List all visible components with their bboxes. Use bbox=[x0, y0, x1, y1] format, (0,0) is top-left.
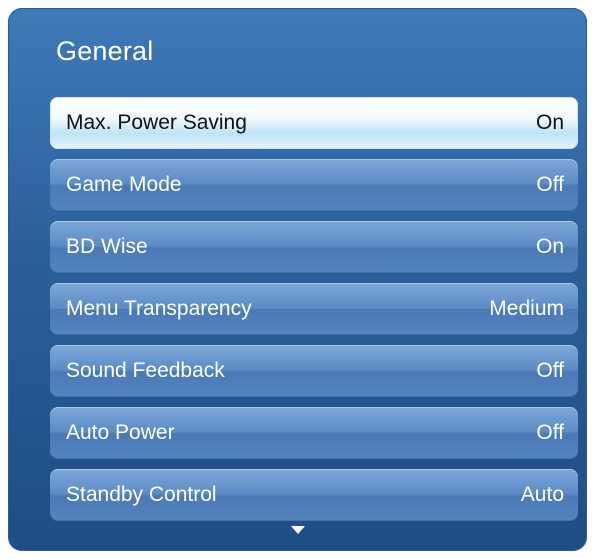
menu-item-value: On bbox=[535, 111, 564, 134]
menu-item-label: Standby Control bbox=[66, 483, 217, 506]
menu-item-label: Menu Transparency bbox=[66, 297, 252, 320]
menu-item-max-power-saving[interactable]: Max. Power Saving On bbox=[50, 97, 578, 149]
menu-item-auto-power[interactable]: Auto Power Off bbox=[50, 407, 578, 459]
menu-item-value: Off bbox=[536, 173, 564, 196]
menu-item-value: Off bbox=[536, 359, 564, 382]
menu-item-value: On bbox=[535, 235, 564, 258]
menu-item-value: Off bbox=[536, 421, 564, 444]
menu-item-label: Auto Power bbox=[66, 421, 175, 444]
menu-item-label: Max. Power Saving bbox=[66, 111, 247, 134]
panel-title: General bbox=[56, 36, 154, 66]
menu-item-bd-wise[interactable]: BD Wise On bbox=[50, 221, 578, 273]
menu-item-label: Sound Feedback bbox=[66, 359, 225, 382]
menu-item-menu-transparency[interactable]: Menu Transparency Medium bbox=[50, 283, 578, 335]
chevron-down-icon[interactable] bbox=[290, 526, 305, 534]
menu-item-label: BD Wise bbox=[66, 235, 148, 258]
menu-item-label: Game Mode bbox=[66, 173, 182, 196]
menu-item-sound-feedback[interactable]: Sound Feedback Off bbox=[50, 345, 578, 397]
settings-panel: General Max. Power Saving On Game Mode O… bbox=[8, 8, 587, 551]
menu-item-value: Medium bbox=[489, 297, 564, 320]
menu-item-value: Auto bbox=[520, 483, 564, 506]
settings-menu: Max. Power Saving On Game Mode Off BD Wi… bbox=[50, 97, 578, 531]
menu-item-standby-control[interactable]: Standby Control Auto bbox=[50, 469, 578, 521]
menu-item-game-mode[interactable]: Game Mode Off bbox=[50, 159, 578, 211]
